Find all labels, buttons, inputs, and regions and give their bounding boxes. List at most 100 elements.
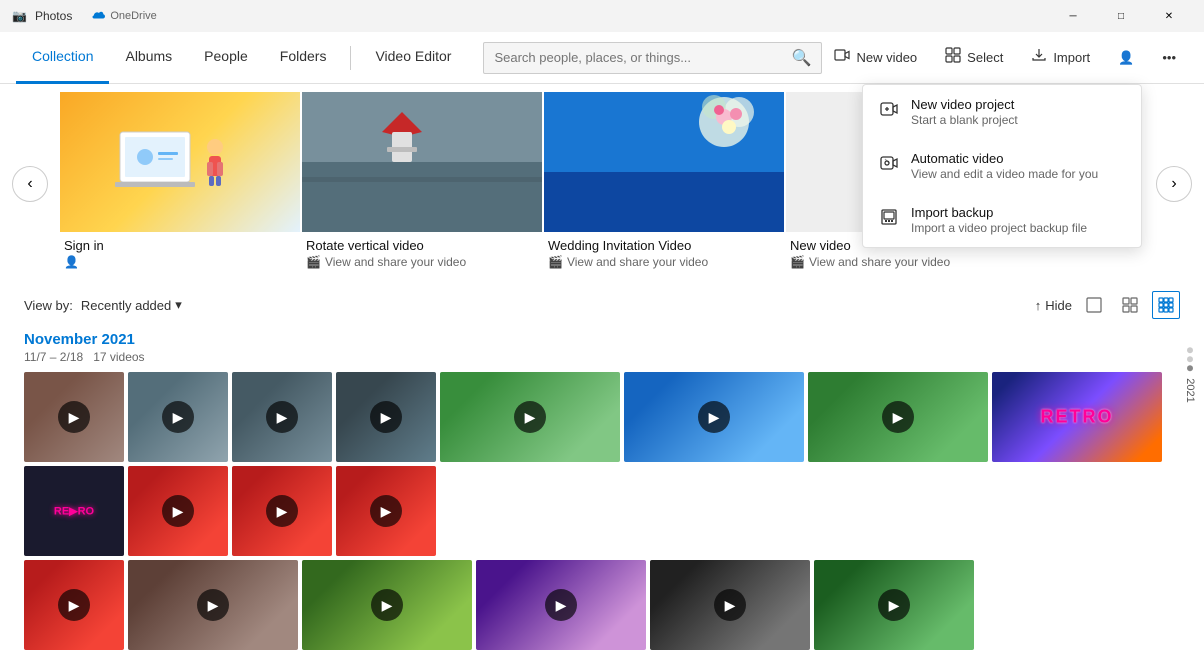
video-grid-row1: ▶ ▶ ▶ ▶ ▶ ▶ ▶ RETRO ▶ RE▶RO ▶ ▶ ▶ ▶ — [24, 372, 1180, 556]
title-bar: 📷 Photos OneDrive ─ □ ✕ — [0, 0, 1204, 32]
automatic-icon — [879, 153, 899, 173]
video-card-signin[interactable]: Sign in 👤 — [60, 92, 300, 275]
import-backup-text: Import backup Import a video project bac… — [911, 205, 1087, 235]
strip-prev-button[interactable]: ‹ — [12, 166, 48, 202]
thumb-8[interactable]: RETRO ▶ — [992, 372, 1162, 462]
tab-albums[interactable]: Albums — [109, 32, 188, 84]
onedrive-label: OneDrive — [110, 10, 156, 22]
collection-header: View by: Recently added ▾ ↑ Hide — [24, 283, 1180, 323]
play-r2-1: ▶ — [58, 589, 90, 621]
rotate-sub: 🎬 View and share your video — [306, 255, 538, 269]
menu-item-import-backup[interactable]: Import backup Import a video project bac… — [863, 193, 1141, 247]
play-r2-2: ▶ — [197, 589, 229, 621]
thumb-9[interactable]: RE▶RO ▶ — [24, 466, 124, 556]
thumb-6[interactable]: ▶ — [624, 372, 804, 462]
new-video-label: New video — [856, 50, 917, 65]
thumb-12[interactable]: ▶ — [336, 466, 436, 556]
play-icon-3: ▶ — [266, 401, 298, 433]
video-card-wedding[interactable]: Wedding Invitation Video 🎬 View and shar… — [544, 92, 784, 275]
import-label: Import — [1053, 50, 1090, 65]
wedding-thumbnail — [544, 92, 784, 232]
automatic-text: Automatic video View and edit a video ma… — [911, 151, 1098, 181]
arrow-up-icon: ↑ — [1035, 298, 1042, 313]
view-large-button[interactable] — [1080, 291, 1108, 319]
rotate-thumbnail — [302, 92, 542, 232]
view-medium-button[interactable] — [1116, 291, 1144, 319]
app-icon: 📷 — [12, 9, 27, 23]
new-video-dropdown: New video project Start a blank project … — [862, 84, 1142, 248]
year-dot-active — [1187, 365, 1193, 371]
thumb-3[interactable]: ▶ — [232, 372, 332, 462]
thumb-2[interactable]: ▶ — [128, 372, 228, 462]
signin-sub: 👤 — [64, 255, 296, 269]
automatic-title: Automatic video — [911, 151, 1098, 166]
tab-folders[interactable]: Folders — [264, 32, 343, 84]
import-icon — [1031, 47, 1047, 68]
thumb-5[interactable]: ▶ — [440, 372, 620, 462]
year-dot-1 — [1187, 347, 1193, 353]
account-button[interactable]: 👤 — [1106, 44, 1146, 72]
thumb-r2-1[interactable]: ▶ — [24, 560, 124, 650]
maximize-button[interactable]: □ — [1098, 0, 1144, 32]
collection-section: View by: Recently added ▾ ↑ Hide — [0, 283, 1204, 665]
thumb-7[interactable]: ▶ — [808, 372, 988, 462]
medium-grid-icon — [1122, 297, 1138, 313]
thumb-11[interactable]: ▶ — [232, 466, 332, 556]
play-r2-4: ▶ — [545, 589, 577, 621]
menu-item-new-project[interactable]: New video project Start a blank project — [863, 85, 1141, 139]
month-label: November 2021 — [24, 331, 1180, 348]
newvideo-video-icon: 🎬 — [790, 255, 805, 269]
strip-next-button[interactable]: › — [1156, 166, 1192, 202]
video-grid-row2: ▶ ▶ ▶ ▶ ▶ ▶ — [24, 560, 1180, 650]
signin-user-icon: 👤 — [64, 255, 79, 269]
play-icon-2: ▶ — [162, 401, 194, 433]
thumb-r2-6[interactable]: ▶ — [814, 560, 974, 650]
view-by-control: View by: Recently added ▾ — [24, 297, 182, 313]
play-r2-5: ▶ — [714, 589, 746, 621]
chevron-down-icon: ▾ — [175, 297, 182, 313]
nav-separator — [350, 46, 351, 70]
tab-video-editor[interactable]: Video Editor — [359, 32, 467, 84]
new-project-text: New video project Start a blank project — [911, 97, 1018, 127]
view-by-dropdown[interactable]: Recently added ▾ — [81, 297, 182, 313]
app-title: Photos — [35, 9, 72, 23]
newvideo-sub: 🎬 View and share your video — [790, 255, 1022, 269]
large-grid-icon — [1086, 297, 1102, 313]
search-box[interactable]: 🔍 — [483, 42, 822, 74]
minimize-button[interactable]: ─ — [1050, 0, 1096, 32]
more-button[interactable]: ••• — [1150, 44, 1188, 71]
thumb-10[interactable]: ▶ — [128, 466, 228, 556]
thumb-4[interactable]: ▶ — [336, 372, 436, 462]
video-card-rotate[interactable]: Rotate vertical video 🎬 View and share y… — [302, 92, 542, 275]
new-video-button[interactable]: New video — [822, 41, 929, 74]
wedding-subtitle: View and share your video — [567, 255, 708, 269]
automatic-desc: View and edit a video made for you — [911, 167, 1098, 181]
hide-button[interactable]: ↑ Hide — [1035, 298, 1072, 313]
select-icon — [945, 47, 961, 68]
thumb-r2-4[interactable]: ▶ — [476, 560, 646, 650]
account-icon: 👤 — [1118, 50, 1134, 66]
play-icon-12: ▶ — [370, 495, 402, 527]
thumb-r2-2[interactable]: ▶ — [128, 560, 298, 650]
newvideo-subtitle: View and share your video — [809, 255, 950, 269]
wedding-video-icon: 🎬 — [548, 255, 563, 269]
top-nav: Collection Albums People Folders Video E… — [0, 32, 1204, 84]
view-small-button[interactable] — [1152, 291, 1180, 319]
thumb-r2-3[interactable]: ▶ — [302, 560, 472, 650]
rotate-video-icon: 🎬 — [306, 255, 321, 269]
play-icon-4: ▶ — [370, 401, 402, 433]
tab-people[interactable]: People — [188, 32, 264, 84]
date-range: 11/7 – 2/18 17 videos — [24, 350, 1180, 364]
menu-item-automatic[interactable]: Automatic video View and edit a video ma… — [863, 139, 1141, 193]
import-button[interactable]: Import — [1019, 41, 1102, 74]
select-button[interactable]: Select — [933, 41, 1015, 74]
search-input[interactable] — [494, 50, 783, 65]
import-backup-icon — [879, 207, 899, 227]
thumb-1[interactable]: ▶ — [24, 372, 124, 462]
close-button[interactable]: ✕ — [1146, 0, 1192, 32]
tab-collection[interactable]: Collection — [16, 32, 109, 84]
search-icon: 🔍 — [792, 48, 812, 68]
thumb-r2-5[interactable]: ▶ — [650, 560, 810, 650]
wedding-title: Wedding Invitation Video — [548, 238, 780, 253]
new-project-title: New video project — [911, 97, 1018, 112]
